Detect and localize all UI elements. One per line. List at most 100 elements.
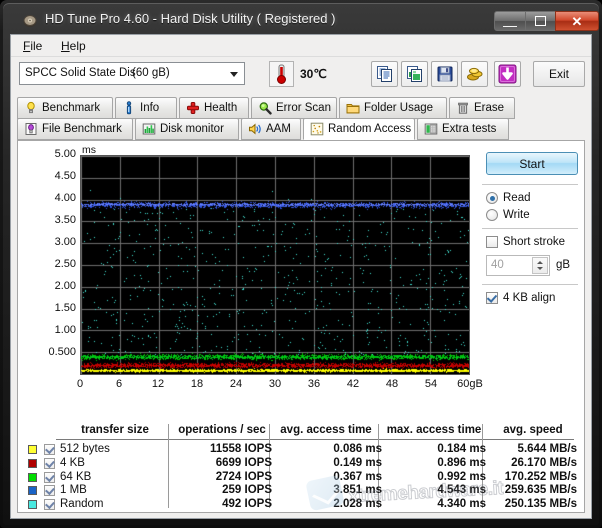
column-header: transfer size bbox=[60, 424, 170, 436]
table-row[interactable]: 1 MB259 IOPS3.851 ms4.543 ms259.635 MB/s bbox=[26, 484, 578, 498]
minimize-button[interactable]: — bbox=[494, 11, 526, 31]
copy-text-button[interactable] bbox=[371, 61, 398, 87]
temperature-value: 30℃ bbox=[300, 67, 327, 81]
close-button[interactable]: ✕ bbox=[555, 11, 599, 31]
tab-error-scan[interactable]: Error Scan bbox=[251, 97, 337, 119]
table-row[interactable]: 4 KB6699 IOPS0.149 ms0.896 ms26.170 MB/s bbox=[26, 457, 578, 471]
tab-aam[interactable]: AAM bbox=[241, 118, 301, 140]
column-header: operations / sec bbox=[174, 424, 270, 436]
client-area: File Help SPCC Solid State Dis (60 gB) 3… bbox=[10, 34, 592, 519]
red-cross-icon bbox=[186, 101, 200, 115]
column-header: max. access time bbox=[384, 424, 484, 436]
tab-disk-monitor[interactable]: Disk monitor bbox=[135, 118, 239, 140]
menu-help[interactable]: Help bbox=[55, 38, 92, 54]
short-stroke-input[interactable]: 40 bbox=[486, 255, 550, 276]
x-axis-tick: 12 bbox=[138, 378, 178, 390]
avg-speed: 250.135 MB/s bbox=[26, 498, 577, 510]
tab-label: Error Scan bbox=[276, 102, 339, 114]
temperature-indicator bbox=[269, 61, 294, 87]
avg-speed: 259.635 MB/s bbox=[26, 484, 577, 496]
close-icon: ✕ bbox=[572, 15, 583, 28]
lightbulb-icon bbox=[24, 101, 38, 115]
maximize-button[interactable] bbox=[525, 11, 556, 31]
tab-health[interactable]: Health bbox=[179, 97, 249, 119]
menu-help-rest: elp bbox=[70, 39, 86, 53]
x-axis-tick: 30 bbox=[255, 378, 295, 390]
table-row[interactable]: 64 KB2724 IOPS0.367 ms0.992 ms170.252 MB… bbox=[26, 471, 578, 485]
radio-read[interactable]: Read bbox=[486, 192, 531, 204]
window-title: HD Tune Pro 4.60 - Hard Disk Utility ( R… bbox=[45, 11, 335, 26]
bar-chart-icon bbox=[142, 122, 156, 136]
short-stroke-unit: gB bbox=[556, 259, 570, 271]
scatter-dots-icon bbox=[310, 122, 324, 136]
save-button[interactable] bbox=[431, 61, 458, 87]
results-table: transfer size operations / sec avg. access… bbox=[26, 424, 578, 508]
short-stroke-value: 40 bbox=[491, 259, 504, 271]
x-axis-tick: 18 bbox=[177, 378, 217, 390]
download-button[interactable] bbox=[494, 61, 521, 87]
tab-random-access[interactable]: Random Access bbox=[303, 118, 415, 140]
align-checkbox-icon bbox=[486, 292, 498, 304]
thermometer-icon bbox=[270, 62, 293, 86]
menu-bar: File Help bbox=[11, 35, 591, 57]
copy-document-icon bbox=[376, 65, 394, 83]
trash-can-icon bbox=[456, 101, 470, 115]
align-label: 4 KB align bbox=[503, 292, 555, 304]
table-row[interactable]: Random492 IOPS2.028 ms4.340 ms250.135 MB… bbox=[26, 498, 578, 512]
tab-label: Benchmark bbox=[42, 102, 108, 114]
tab-erase[interactable]: Erase bbox=[449, 97, 515, 119]
tab-folder-usage[interactable]: Folder Usage bbox=[339, 97, 447, 119]
header-divider bbox=[56, 439, 574, 440]
tab-label: Info bbox=[140, 102, 167, 114]
floppy-disk-icon bbox=[436, 65, 454, 83]
tab-label: Folder Usage bbox=[364, 102, 441, 114]
red-cross-icon bbox=[186, 101, 200, 115]
download-arrow-icon bbox=[498, 64, 517, 84]
column-header: avg. access time bbox=[274, 424, 378, 436]
tab-panel-random-access: ms 5.004.504.003.503.002.502.001.501.000… bbox=[17, 140, 585, 513]
radio-read-label: Read bbox=[503, 192, 531, 204]
short-stroke-stepper[interactable] bbox=[532, 257, 548, 274]
minimize-icon: — bbox=[503, 18, 517, 32]
title-bar: HD Tune Pro 4.60 - Hard Disk Utility ( R… bbox=[5, 5, 597, 34]
exit-button[interactable]: Exit bbox=[533, 61, 585, 87]
tab-file-benchmark[interactable]: File Benchmark bbox=[17, 118, 133, 140]
tab-label: Disk monitor bbox=[160, 123, 232, 135]
start-button[interactable]: Start bbox=[486, 152, 578, 175]
y-axis-tick: 3.00 bbox=[26, 236, 76, 248]
separator-2 bbox=[482, 228, 578, 229]
file-benchmark-icon bbox=[24, 122, 38, 136]
file-benchmark-icon bbox=[24, 122, 38, 136]
tab-info[interactable]: Info bbox=[115, 97, 177, 119]
checkbox-short-stroke[interactable]: Short stroke bbox=[486, 236, 565, 248]
scatter-dots-icon bbox=[310, 122, 324, 136]
x-axis-tick: 0 bbox=[60, 378, 100, 390]
avg-speed: 26.170 MB/s bbox=[26, 457, 577, 469]
copy-image-button[interactable] bbox=[401, 61, 428, 87]
menu-file[interactable]: File bbox=[17, 38, 48, 54]
tab-extra-tests[interactable]: Extra tests bbox=[417, 118, 509, 140]
x-axis-tick: 24 bbox=[216, 378, 256, 390]
tab-row-1: Benchmark Info Health Error Scan Folder Usag… bbox=[17, 97, 585, 119]
tab-label: Random Access bbox=[328, 123, 419, 135]
short-stroke-label: Short stroke bbox=[503, 236, 565, 248]
table-row[interactable]: 512 bytes11558 IOPS0.086 ms0.184 ms5.644… bbox=[26, 443, 578, 457]
lightbulb-icon bbox=[24, 101, 38, 115]
speaker-icon bbox=[248, 122, 262, 136]
scatter-canvas bbox=[81, 156, 469, 374]
tab-benchmark[interactable]: Benchmark bbox=[17, 97, 113, 119]
radio-write[interactable]: Write bbox=[486, 209, 530, 221]
drive-select-dropdown[interactable]: SPCC Solid State Dis (60 gB) bbox=[19, 62, 245, 85]
bar-chart-icon bbox=[142, 122, 156, 136]
drive-capacity: (60 gB) bbox=[132, 67, 170, 79]
tab-label: Health bbox=[204, 102, 245, 114]
folder-icon bbox=[346, 101, 360, 115]
menu-file-rest: ile bbox=[30, 39, 42, 53]
options-button[interactable] bbox=[461, 61, 488, 87]
avg-speed: 170.252 MB/s bbox=[26, 471, 577, 483]
separator-1 bbox=[482, 184, 578, 185]
checkbox-4kb-align[interactable]: 4 KB align bbox=[486, 292, 555, 304]
y-axis-tick: 0.500 bbox=[26, 346, 76, 358]
stepper-down-icon bbox=[537, 267, 543, 270]
magnifier-icon bbox=[258, 101, 272, 115]
